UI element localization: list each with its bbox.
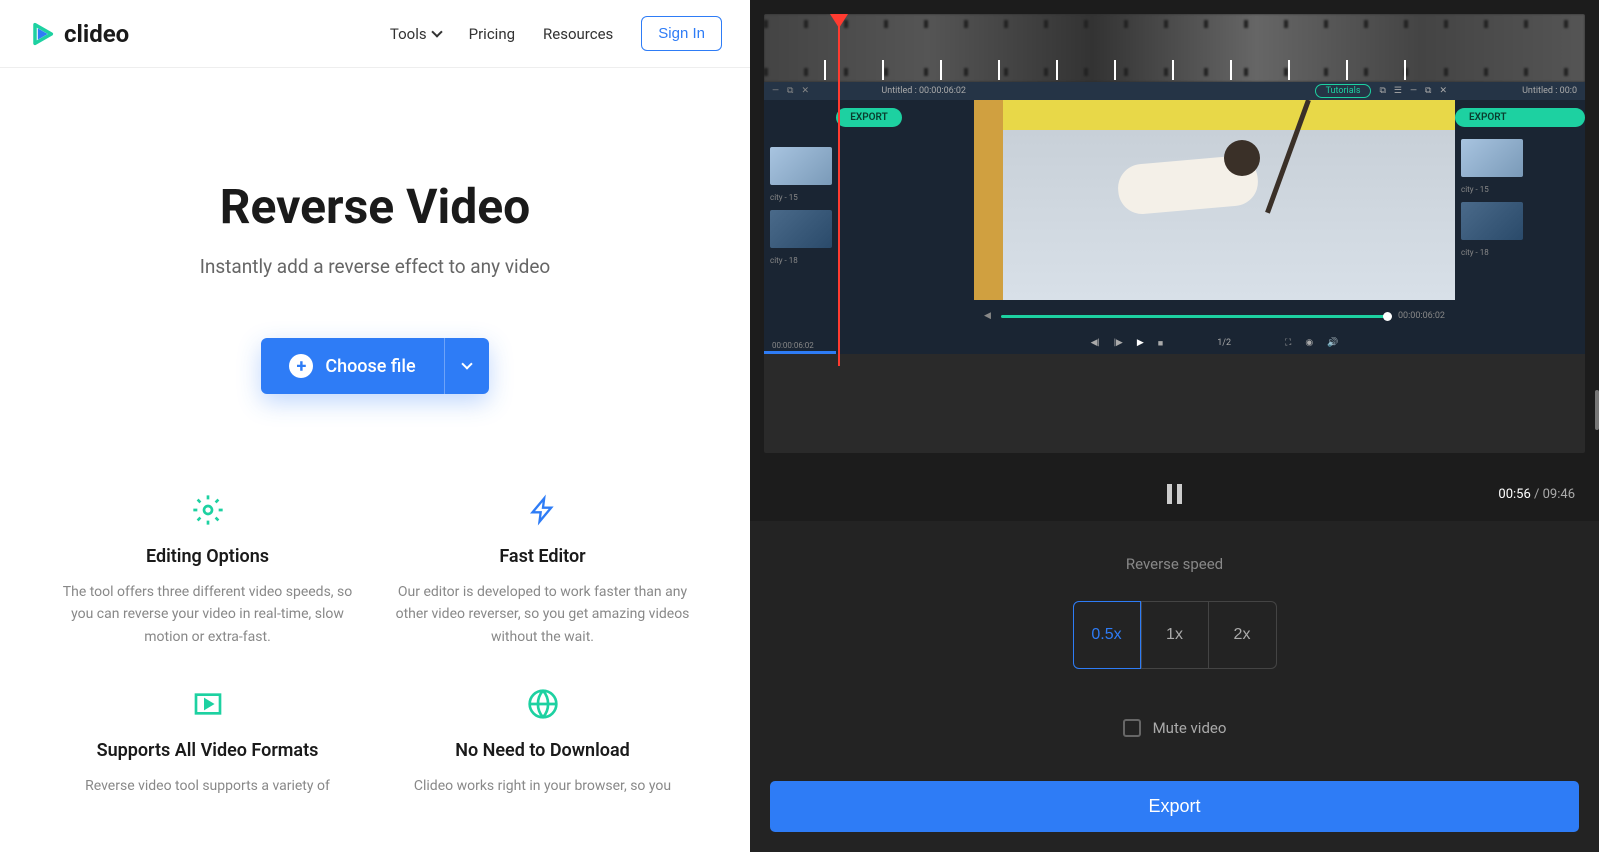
feature-fast-editor: Fast Editor Our editor is developed to w… bbox=[395, 494, 690, 648]
video-preview: —⧉✕Untitled : 00:00:06:02 EXPORT city - … bbox=[764, 14, 1585, 453]
menu-icon[interactable]: ☰ bbox=[1394, 86, 1402, 96]
playhead[interactable] bbox=[838, 14, 840, 366]
close-icon[interactable]: ✕ bbox=[1439, 86, 1447, 96]
time-display: 00:56 / 09:46 bbox=[1498, 487, 1575, 502]
pause-button[interactable] bbox=[1167, 484, 1182, 504]
chevron-down-icon bbox=[461, 358, 472, 369]
feature-editing-options: Editing Options The tool offers three di… bbox=[60, 494, 355, 648]
chevron-down-icon bbox=[431, 26, 442, 37]
clip-thumbnail[interactable] bbox=[1461, 202, 1523, 240]
feature-formats: Supports All Video Formats Reverse video… bbox=[60, 688, 355, 797]
timecode-left: 00:00:06:02 bbox=[772, 341, 814, 350]
window-icon[interactable]: ⧉ bbox=[1379, 86, 1385, 96]
logo-text: clideo bbox=[64, 20, 129, 48]
speed-1x[interactable]: 1x bbox=[1141, 601, 1209, 669]
maximize-icon[interactable]: ⧉ bbox=[1425, 86, 1431, 96]
clip-thumbnail[interactable] bbox=[770, 210, 832, 248]
editor-title-left: Untitled : 00:00:06:02 bbox=[881, 86, 966, 96]
logo[interactable]: clideo bbox=[28, 20, 129, 48]
clip-thumbnail[interactable] bbox=[1461, 139, 1523, 177]
volume-icon[interactable]: 🔊 bbox=[1327, 338, 1338, 348]
speed-selector: 0.5x 1x 2x bbox=[770, 601, 1579, 669]
nav-resources[interactable]: Resources bbox=[543, 25, 613, 43]
page-indicator: 1/2 bbox=[1217, 338, 1231, 348]
speed-0-5x[interactable]: 0.5x bbox=[1073, 601, 1141, 669]
choose-file-button[interactable]: + Choose file bbox=[261, 338, 443, 394]
page-subtitle: Instantly add a reverse effect to any vi… bbox=[60, 255, 690, 278]
nav-pricing[interactable]: Pricing bbox=[469, 25, 515, 43]
clip-thumbnail[interactable] bbox=[770, 147, 832, 185]
export-badge-right[interactable]: EXPORT bbox=[1455, 108, 1585, 127]
play-icon bbox=[28, 20, 56, 48]
choose-file-dropdown[interactable] bbox=[444, 338, 489, 394]
progress-bar[interactable] bbox=[1001, 315, 1388, 318]
timecode-right-inner: 00:00:06:02 bbox=[1398, 311, 1445, 321]
nav-tools[interactable]: Tools bbox=[390, 25, 441, 43]
export-badge-left[interactable]: EXPORT bbox=[836, 108, 901, 127]
mute-checkbox[interactable] bbox=[1123, 719, 1141, 737]
scrollbar[interactable] bbox=[1595, 390, 1599, 430]
mute-label: Mute video bbox=[1153, 719, 1227, 737]
globe-icon bbox=[527, 688, 559, 720]
gear-icon bbox=[192, 494, 224, 526]
video-format-icon bbox=[192, 688, 224, 720]
timeline-ticks bbox=[764, 20, 1585, 82]
speed-2x[interactable]: 2x bbox=[1209, 601, 1277, 669]
signin-button[interactable]: Sign In bbox=[641, 16, 722, 51]
prev-icon[interactable]: ◀| bbox=[1091, 338, 1100, 348]
next-icon[interactable]: |▶ bbox=[1114, 338, 1123, 348]
capture-icon[interactable]: ◉ bbox=[1305, 338, 1313, 348]
feature-no-download: No Need to Download Clideo works right i… bbox=[395, 688, 690, 797]
play-icon[interactable]: ▶ bbox=[1137, 338, 1144, 348]
screen-icon[interactable]: ⛶ bbox=[1285, 338, 1291, 348]
export-button[interactable]: Export bbox=[770, 781, 1579, 832]
timecode: ◀ bbox=[984, 311, 991, 321]
editor-preview bbox=[974, 100, 1455, 300]
reverse-speed-label: Reverse speed bbox=[770, 555, 1579, 573]
plus-icon: + bbox=[289, 354, 313, 378]
minimize-icon[interactable]: — bbox=[1410, 86, 1417, 96]
page-title: Reverse Video bbox=[60, 178, 690, 235]
stop-icon[interactable]: ■ bbox=[1158, 338, 1163, 349]
selection-indicator bbox=[764, 351, 836, 354]
editor-title-right: Untitled : 00:0 bbox=[1522, 86, 1577, 96]
tutorials-badge[interactable]: Tutorials bbox=[1315, 84, 1372, 98]
lightning-icon bbox=[527, 494, 559, 526]
